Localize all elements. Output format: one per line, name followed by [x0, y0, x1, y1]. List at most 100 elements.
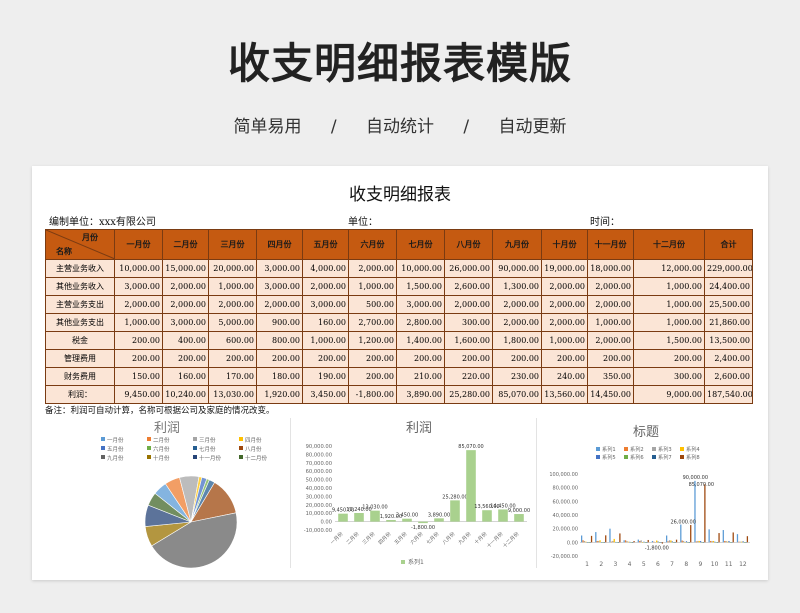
value-cell[interactable]: 18,000.00	[587, 259, 634, 278]
total-cell[interactable]: 2,600.00	[704, 367, 753, 386]
value-cell[interactable]: 800.00	[256, 331, 303, 350]
value-cell[interactable]: 200.00	[114, 349, 163, 368]
value-cell[interactable]: 220.00	[444, 367, 493, 386]
value-cell[interactable]: 1,600.00	[444, 331, 493, 350]
value-cell[interactable]: 5,000.00	[208, 313, 257, 332]
value-cell[interactable]: 3,000.00	[302, 295, 349, 314]
value-cell[interactable]: 160.00	[302, 313, 349, 332]
value-cell[interactable]: 600.00	[208, 331, 257, 350]
value-cell[interactable]: 10,240.00	[162, 385, 209, 404]
value-cell[interactable]: 170.00	[208, 367, 257, 386]
value-cell[interactable]: 300.00	[444, 313, 493, 332]
value-cell[interactable]: 15,000.00	[162, 259, 209, 278]
value-cell[interactable]: 3,000.00	[114, 277, 163, 296]
value-cell[interactable]: 240.00	[541, 367, 588, 386]
value-cell[interactable]: 3,000.00	[396, 295, 445, 314]
value-cell[interactable]: 10,000.00	[114, 259, 163, 278]
value-cell[interactable]: 2,000.00	[492, 313, 542, 332]
value-cell[interactable]: 13,030.00	[208, 385, 257, 404]
value-cell[interactable]: 200.00	[633, 349, 705, 368]
value-cell[interactable]: 1,000.00	[587, 313, 634, 332]
total-cell[interactable]: 21,860.00	[704, 313, 753, 332]
value-cell[interactable]: 1,500.00	[633, 331, 705, 350]
value-cell[interactable]: 2,700.00	[348, 313, 397, 332]
value-cell[interactable]: 4,000.00	[302, 259, 349, 278]
value-cell[interactable]: 20,000.00	[208, 259, 257, 278]
value-cell[interactable]: 2,000.00	[541, 277, 588, 296]
value-cell[interactable]: 160.00	[162, 367, 209, 386]
value-cell[interactable]: 2,000.00	[587, 295, 634, 314]
value-cell[interactable]: 2,000.00	[541, 313, 588, 332]
value-cell[interactable]: 200.00	[256, 349, 303, 368]
total-cell[interactable]: 13,500.00	[704, 331, 753, 350]
total-cell[interactable]: 25,500.00	[704, 295, 753, 314]
value-cell[interactable]: 200.00	[162, 349, 209, 368]
value-cell[interactable]: 180.00	[256, 367, 303, 386]
value-cell[interactable]: 9,000.00	[633, 385, 705, 404]
value-cell[interactable]: 3,000.00	[162, 313, 209, 332]
value-cell[interactable]: 2,000.00	[162, 295, 209, 314]
value-cell[interactable]: 14,450.00	[587, 385, 634, 404]
value-cell[interactable]: 400.00	[162, 331, 209, 350]
value-cell[interactable]: 200.00	[348, 367, 397, 386]
value-cell[interactable]: 12,000.00	[633, 259, 705, 278]
value-cell[interactable]: 200.00	[396, 349, 445, 368]
value-cell[interactable]: 1,000.00	[633, 277, 705, 296]
value-cell[interactable]: 2,000.00	[492, 295, 542, 314]
value-cell[interactable]: 1,000.00	[633, 313, 705, 332]
value-cell[interactable]: 26,000.00	[444, 259, 493, 278]
value-cell[interactable]: 2,000.00	[587, 277, 634, 296]
value-cell[interactable]: 13,560.00	[541, 385, 588, 404]
value-cell[interactable]: 200.00	[208, 349, 257, 368]
value-cell[interactable]: 200.00	[587, 349, 634, 368]
value-cell[interactable]: 190.00	[302, 367, 349, 386]
value-cell[interactable]: 2,000.00	[114, 295, 163, 314]
value-cell[interactable]: 2,000.00	[208, 295, 257, 314]
value-cell[interactable]: 1,200.00	[348, 331, 397, 350]
value-cell[interactable]: 210.00	[396, 367, 445, 386]
total-cell[interactable]: 2,400.00	[704, 349, 753, 368]
value-cell[interactable]: 900.00	[256, 313, 303, 332]
value-cell[interactable]: 1,000.00	[302, 331, 349, 350]
value-cell[interactable]: 3,000.00	[256, 277, 303, 296]
value-cell[interactable]: 3,000.00	[256, 259, 303, 278]
value-cell[interactable]: 500.00	[348, 295, 397, 314]
value-cell[interactable]: 1,000.00	[633, 295, 705, 314]
value-cell[interactable]: 3,450.00	[302, 385, 349, 404]
value-cell[interactable]: 1,500.00	[396, 277, 445, 296]
value-cell[interactable]: 2,000.00	[162, 277, 209, 296]
value-cell[interactable]: 200.00	[444, 349, 493, 368]
value-cell[interactable]: 2,000.00	[541, 295, 588, 314]
value-cell[interactable]: 1,300.00	[492, 277, 542, 296]
value-cell[interactable]: 200.00	[541, 349, 588, 368]
value-cell[interactable]: 230.00	[492, 367, 542, 386]
value-cell[interactable]: 2,000.00	[587, 331, 634, 350]
value-cell[interactable]: 1,000.00	[541, 331, 588, 350]
value-cell[interactable]: 1,000.00	[208, 277, 257, 296]
value-cell[interactable]: 2,000.00	[444, 295, 493, 314]
value-cell[interactable]: 200.00	[348, 349, 397, 368]
value-cell[interactable]: 2,000.00	[348, 259, 397, 278]
value-cell[interactable]: 25,280.00	[444, 385, 493, 404]
value-cell[interactable]: 1,920.00	[256, 385, 303, 404]
value-cell[interactable]: 2,600.00	[444, 277, 493, 296]
value-cell[interactable]: 9,450.00	[114, 385, 163, 404]
value-cell[interactable]: 350.00	[587, 367, 634, 386]
value-cell[interactable]: 1,800.00	[492, 331, 542, 350]
value-cell[interactable]: 10,000.00	[396, 259, 445, 278]
value-cell[interactable]: 85,070.00	[492, 385, 542, 404]
total-cell[interactable]: 24,400.00	[704, 277, 753, 296]
total-cell[interactable]: 229,000.00	[704, 259, 753, 278]
total-cell[interactable]: 187,540.00	[704, 385, 753, 404]
value-cell[interactable]: 2,000.00	[256, 295, 303, 314]
value-cell[interactable]: 3,890.00	[396, 385, 445, 404]
value-cell[interactable]: 90,000.00	[492, 259, 542, 278]
value-cell[interactable]: 300.00	[633, 367, 705, 386]
value-cell[interactable]: 200.00	[114, 331, 163, 350]
value-cell[interactable]: 1,400.00	[396, 331, 445, 350]
value-cell[interactable]: 150.00	[114, 367, 163, 386]
value-cell[interactable]: 2,000.00	[302, 277, 349, 296]
value-cell[interactable]: 200.00	[492, 349, 542, 368]
value-cell[interactable]: 200.00	[302, 349, 349, 368]
value-cell[interactable]: 1,000.00	[114, 313, 163, 332]
